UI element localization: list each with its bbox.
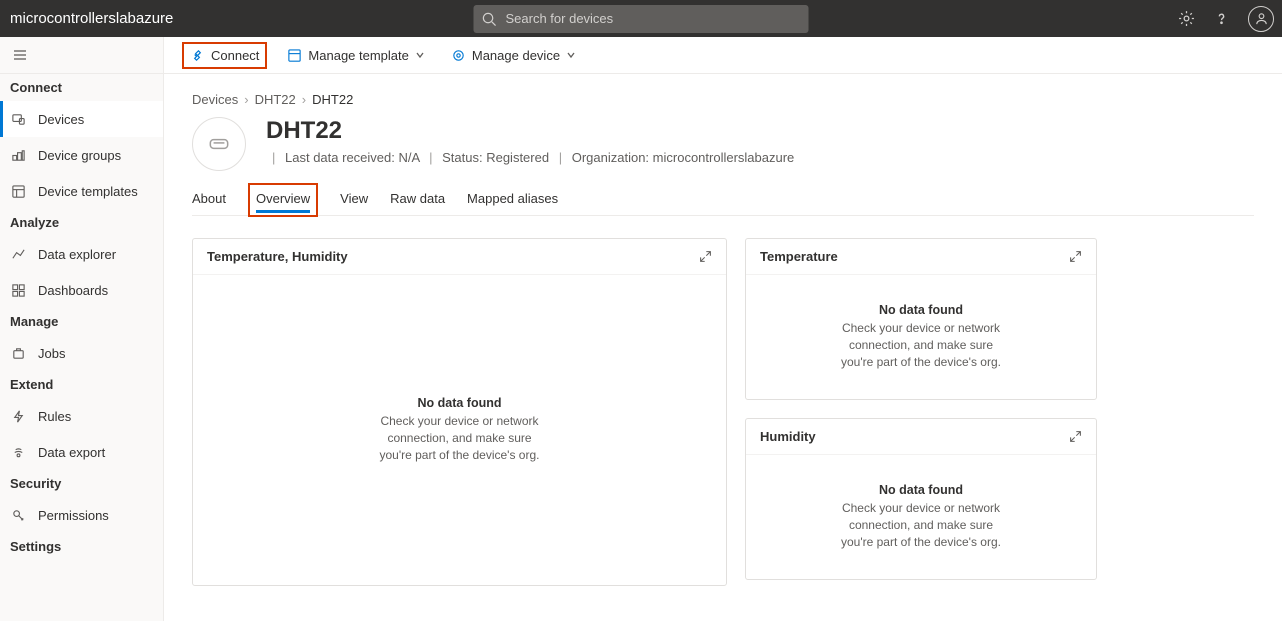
org-label: Organization:: [572, 150, 649, 165]
data-export-icon: [10, 445, 26, 460]
manage-template-button[interactable]: Manage template: [281, 44, 430, 67]
connect-button[interactable]: Connect: [182, 42, 267, 69]
sidebar-item-label: Data export: [38, 445, 105, 460]
card-title: Temperature, Humidity: [207, 249, 348, 264]
device-meta: | Last data received: N/A | Status: Regi…: [266, 150, 794, 165]
chevron-right-icon: ›: [302, 92, 306, 107]
breadcrumb-leaf: DHT22: [312, 92, 353, 107]
chevron-down-icon: [566, 50, 576, 60]
sidebar-item-label: Permissions: [38, 508, 109, 523]
side-heading-extend: Extend: [0, 371, 163, 398]
sidebar-item-label: Device groups: [38, 148, 121, 163]
nodata-desc: Check your device or network connection,…: [375, 413, 545, 463]
status-value: Registered: [486, 150, 549, 165]
sidebar-item-rules[interactable]: Rules: [0, 398, 163, 434]
sidebar-item-jobs[interactable]: Jobs: [0, 335, 163, 371]
search-icon: [482, 11, 497, 26]
expand-icon[interactable]: [1069, 430, 1082, 443]
permissions-icon: [10, 508, 26, 523]
hamburger-button[interactable]: [0, 37, 163, 74]
device-groups-icon: [10, 148, 26, 163]
device-type-icon: [192, 117, 246, 171]
sidebar-item-device-groups[interactable]: Device groups: [0, 137, 163, 173]
sidebar-item-label: Devices: [38, 112, 84, 127]
device-header: DHT22 | Last data received: N/A | Status…: [192, 117, 1254, 171]
side-heading-connect: Connect: [0, 74, 163, 101]
top-header: microcontrollerslabazure: [0, 0, 1282, 37]
breadcrumb-mid[interactable]: DHT22: [255, 92, 296, 107]
page-title: DHT22: [266, 117, 794, 145]
nodata-desc: Check your device or network connection,…: [836, 500, 1006, 550]
side-heading-security: Security: [0, 470, 163, 497]
device-templates-icon: [10, 184, 26, 199]
jobs-icon: [10, 346, 26, 361]
side-heading-analyze: Analyze: [0, 209, 163, 236]
sidebar-item-devices[interactable]: Devices: [0, 101, 163, 137]
side-heading-manage: Manage: [0, 308, 163, 335]
highlight-box-overview: Overview: [248, 183, 318, 217]
app-title: microcontrollerslabazure: [8, 10, 173, 27]
rules-icon: [10, 409, 26, 424]
manage-device-button[interactable]: Manage device: [445, 44, 582, 67]
last-data-value: N/A: [399, 150, 420, 165]
sidebar-item-label: Jobs: [38, 346, 65, 361]
search-wrapper: [474, 5, 809, 33]
card-humidity: Humidity No data found Check your device…: [745, 418, 1097, 580]
template-icon: [287, 48, 302, 63]
help-icon[interactable]: [1213, 10, 1230, 27]
nodata-desc: Check your device or network connection,…: [836, 320, 1006, 370]
data-explorer-icon: [10, 247, 26, 262]
chevron-down-icon: [415, 50, 425, 60]
sidebar-item-label: Device templates: [38, 184, 138, 199]
side-heading-settings: Settings: [0, 533, 163, 560]
connect-label: Connect: [211, 48, 259, 63]
card-temp-humidity: Temperature, Humidity No data found Chec…: [192, 238, 727, 586]
sidebar-item-label: Dashboards: [38, 283, 108, 298]
sidebar-item-label: Rules: [38, 409, 71, 424]
expand-icon[interactable]: [699, 250, 712, 263]
manage-template-label: Manage template: [308, 48, 408, 63]
org-value: microcontrollerslabazure: [653, 150, 795, 165]
sidebar-item-label: Data explorer: [38, 247, 116, 262]
dashboards-icon: [10, 283, 26, 298]
search-input[interactable]: [474, 5, 809, 33]
last-data-label: Last data received:: [285, 150, 395, 165]
sidebar: Connect Devices Device groups Device tem…: [0, 37, 164, 621]
tab-view[interactable]: View: [340, 183, 368, 215]
devices-icon: [10, 112, 26, 127]
tab-mapped-aliases[interactable]: Mapped aliases: [467, 183, 558, 215]
avatar[interactable]: [1248, 6, 1274, 32]
expand-icon[interactable]: [1069, 250, 1082, 263]
connect-plug-icon: [190, 48, 205, 63]
tab-about[interactable]: About: [192, 183, 226, 215]
device-tabs: About Overview View Raw data Mapped alia…: [192, 183, 1254, 216]
breadcrumb: Devices › DHT22 › DHT22: [192, 92, 1254, 107]
card-title: Humidity: [760, 429, 816, 444]
nodata-title: No data found: [417, 396, 501, 410]
sidebar-item-device-templates[interactable]: Device templates: [0, 173, 163, 209]
manage-device-label: Manage device: [472, 48, 560, 63]
sidebar-item-data-export[interactable]: Data export: [0, 434, 163, 470]
tab-raw-data[interactable]: Raw data: [390, 183, 445, 215]
header-actions: [1178, 6, 1274, 32]
sidebar-item-dashboards[interactable]: Dashboards: [0, 272, 163, 308]
device-toolbar: Connect Manage template Manage device: [164, 37, 1282, 74]
main-content: Connect Manage template Manage device De…: [164, 37, 1282, 621]
chevron-right-icon: ›: [244, 92, 248, 107]
nodata-title: No data found: [879, 303, 963, 317]
card-temperature: Temperature No data found Check your dev…: [745, 238, 1097, 400]
nodata-title: No data found: [879, 483, 963, 497]
breadcrumb-root[interactable]: Devices: [192, 92, 238, 107]
gear-icon[interactable]: [1178, 10, 1195, 27]
card-title: Temperature: [760, 249, 838, 264]
tab-overview[interactable]: Overview: [256, 187, 310, 213]
sidebar-item-data-explorer[interactable]: Data explorer: [0, 236, 163, 272]
sidebar-item-permissions[interactable]: Permissions: [0, 497, 163, 533]
device-gear-icon: [451, 48, 466, 63]
status-label: Status:: [442, 150, 482, 165]
